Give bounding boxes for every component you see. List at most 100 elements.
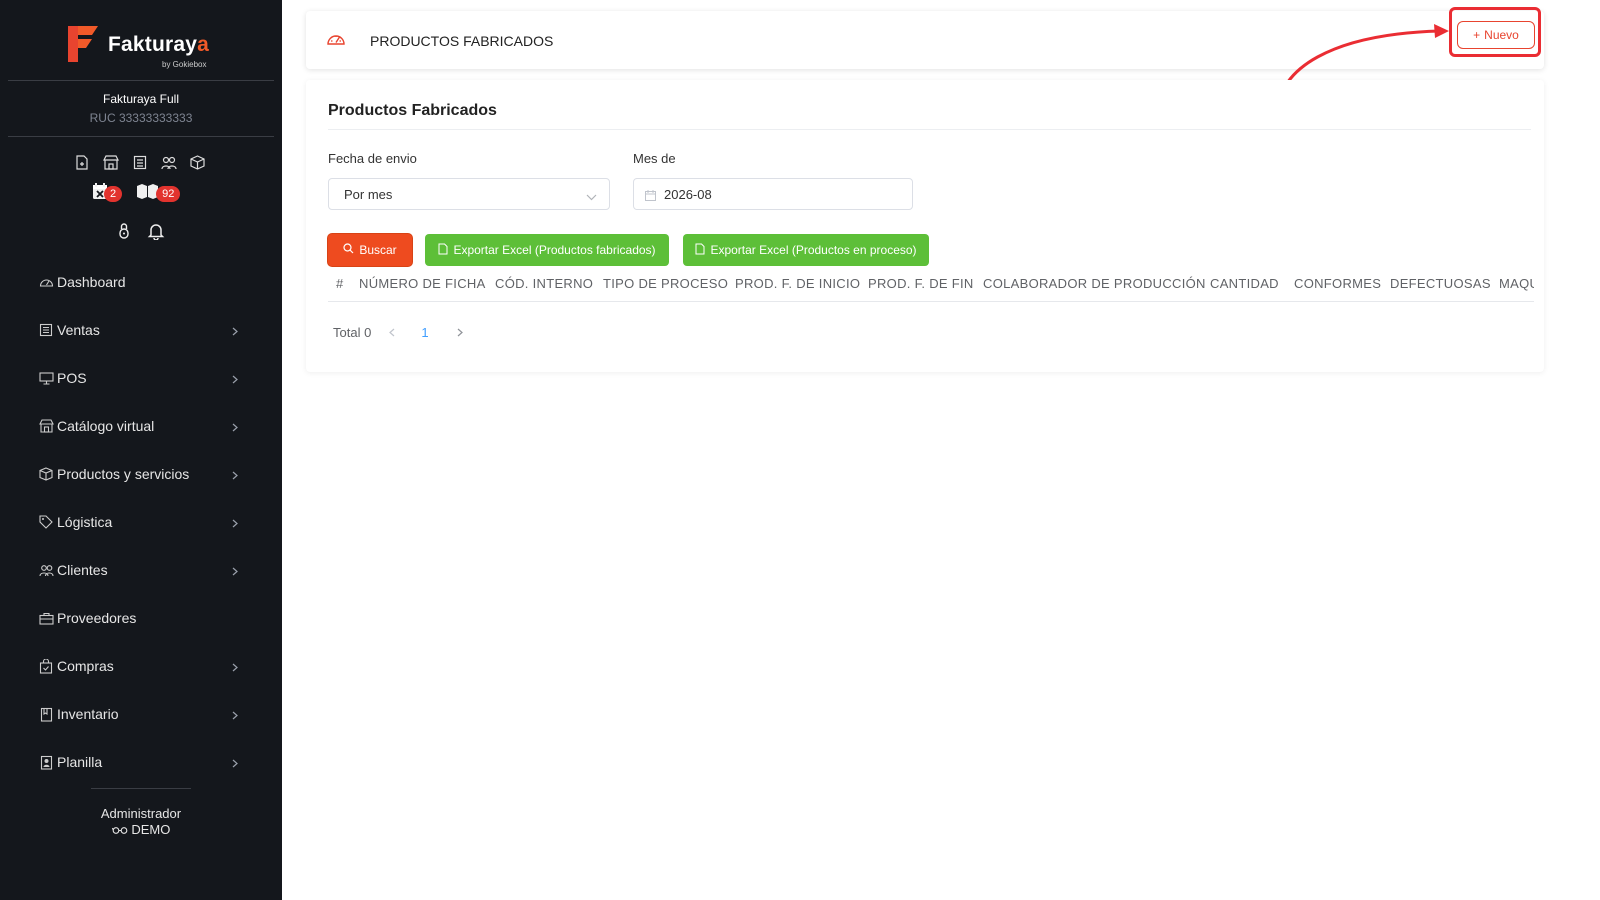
sidebar-item-label: Ventas [57, 322, 100, 338]
chevron-right-icon [232, 755, 238, 771]
content-card: Productos Fabricados Fecha de envio Por … [306, 80, 1544, 372]
chevron-right-icon [232, 467, 238, 483]
notification-badges: 2 92 [92, 182, 181, 205]
divider [8, 80, 274, 81]
sidebar-item-catalogo-virtual[interactable]: Catálogo virtual [0, 402, 282, 450]
sidebar-item-label: Planilla [57, 754, 103, 770]
utility-icons [117, 222, 165, 245]
box-icon [38, 466, 54, 482]
sidebar-item-compras[interactable]: Compras [0, 642, 282, 690]
column-header[interactable]: # [336, 276, 344, 291]
brand-tagline: by Gokiebox [162, 60, 207, 69]
date-filter-select[interactable]: Por mes [328, 178, 610, 210]
sidebar-item-label: Lógistica [57, 514, 113, 530]
export-excel-en-proceso-button[interactable]: Exportar Excel (Productos en proceso) [683, 234, 929, 266]
new-document-icon[interactable] [72, 154, 91, 171]
sidebar-item-label: POS [57, 370, 87, 386]
column-header[interactable]: CÓD. INTERNO [495, 276, 593, 291]
store-icon [38, 418, 54, 434]
sidebar-item-logistica[interactable]: Lógistica [0, 498, 282, 546]
sidebar-item-dashboard[interactable]: Dashboard [0, 258, 282, 306]
chevron-left-icon[interactable] [389, 325, 395, 340]
chevron-right-icon[interactable] [457, 325, 463, 340]
sidebar-item-productos-y-servicios[interactable]: Productos y servicios [0, 450, 282, 498]
calendar-alert[interactable]: 2 [92, 182, 123, 205]
column-header[interactable]: NÚMERO DE FICHA [359, 276, 486, 291]
plus-icon: + [1473, 28, 1481, 42]
divider [91, 788, 191, 789]
user-info[interactable]: Administrador DEMO [0, 806, 282, 838]
chevron-right-icon [232, 419, 238, 435]
company-name: Fakturaya Full [102, 92, 180, 106]
sidebar-item-label: Dashboard [57, 274, 126, 290]
divider [328, 129, 1531, 130]
pagination-total: Total 0 [333, 325, 372, 340]
shopping-bag-icon [38, 658, 54, 674]
column-header[interactable]: CANTIDAD [1210, 276, 1279, 291]
clipboard-icon [38, 706, 54, 722]
column-header[interactable]: DEFECTUOSAS [1390, 276, 1491, 291]
sidebar-item-inventario[interactable]: Inventario [0, 690, 282, 738]
chevron-right-icon [232, 323, 238, 339]
column-header[interactable]: MAQUINARIA [1499, 276, 1534, 291]
column-header[interactable]: PROD. F. DE FIN [868, 276, 974, 291]
brand-logo[interactable]: Fakturaya [66, 24, 209, 64]
sidebar-item-pos[interactable]: POS [0, 354, 282, 402]
users-icon[interactable] [159, 154, 178, 171]
sidebar-item-label: Clientes [57, 562, 108, 578]
gauge-icon [38, 274, 54, 290]
sidebar-item-clientes[interactable]: Clientes [0, 546, 282, 594]
sidebar-item-label: Compras [57, 658, 114, 674]
column-header[interactable]: TIPO DE PROCESO [603, 276, 728, 291]
calendar-icon [645, 189, 656, 204]
chevron-down-icon [586, 189, 597, 204]
export-excel-fabricados-button[interactable]: Exportar Excel (Productos fabricados) [425, 234, 669, 266]
receipt-icon[interactable] [130, 154, 149, 171]
glasses-icon [111, 822, 128, 837]
date-filter-label: Fecha de envio [328, 151, 417, 166]
section-title: Productos Fabricados [328, 102, 497, 119]
sidebar-item-ventas[interactable]: Ventas [0, 306, 282, 354]
column-header[interactable]: PROD. F. DE INICIO [735, 276, 860, 291]
month-picker-input[interactable]: 2026-08 [633, 178, 913, 210]
search-icon [343, 243, 354, 257]
store-icon[interactable] [101, 154, 120, 171]
sidebar: Fakturaya by Gokiebox Fakturaya Full RUC… [0, 0, 282, 900]
sidebar-item-proveedores[interactable]: Proveedores [0, 594, 282, 642]
boxes-count-badge: 92 [156, 185, 181, 202]
sidebar-item-label: Inventario [57, 706, 119, 722]
monitor-icon [38, 370, 54, 386]
chevron-right-icon [232, 563, 238, 579]
user-mode: DEMO [0, 822, 282, 838]
lock-icon[interactable] [117, 222, 131, 245]
id-badge-icon [38, 754, 54, 770]
table-header: # NÚMERO DE FICHA CÓD. INTERNO TIPO DE P… [328, 270, 1534, 302]
box-icon[interactable] [188, 154, 207, 171]
briefcase-icon [38, 610, 54, 626]
calendar-count-badge: 2 [104, 185, 123, 202]
fakturaya-logo-icon [66, 24, 102, 64]
chevron-right-icon [232, 371, 238, 387]
boxes-alert[interactable]: 92 [136, 183, 181, 204]
brand-name: Fakturaya [108, 32, 210, 56]
sidebar-item-planilla[interactable]: Planilla [0, 738, 282, 786]
company-ruc: RUC 33333333333 [89, 111, 193, 125]
page-number[interactable]: 1 [421, 325, 428, 340]
receipt-icon [38, 322, 54, 338]
column-header[interactable]: COLABORADOR DE PRODUCCIÓN [983, 276, 1206, 291]
month-label: Mes de [633, 151, 676, 166]
sidebar-item-label: Catálogo virtual [57, 418, 155, 434]
users-icon [38, 562, 54, 578]
bell-icon[interactable] [147, 222, 165, 245]
chevron-right-icon [232, 707, 238, 723]
page-title: PRODUCTOS FABRICADOS [370, 33, 554, 49]
column-header[interactable]: CONFORMES [1294, 276, 1381, 291]
quick-access-bar [72, 154, 207, 171]
sidebar-item-label: Productos y servicios [57, 466, 190, 482]
new-button[interactable]: + Nuevo [1457, 21, 1535, 49]
chevron-right-icon [232, 659, 238, 675]
document-icon [695, 243, 705, 258]
search-button[interactable]: Buscar [328, 234, 412, 266]
user-role: Administrador [100, 806, 182, 821]
document-icon [438, 243, 448, 258]
